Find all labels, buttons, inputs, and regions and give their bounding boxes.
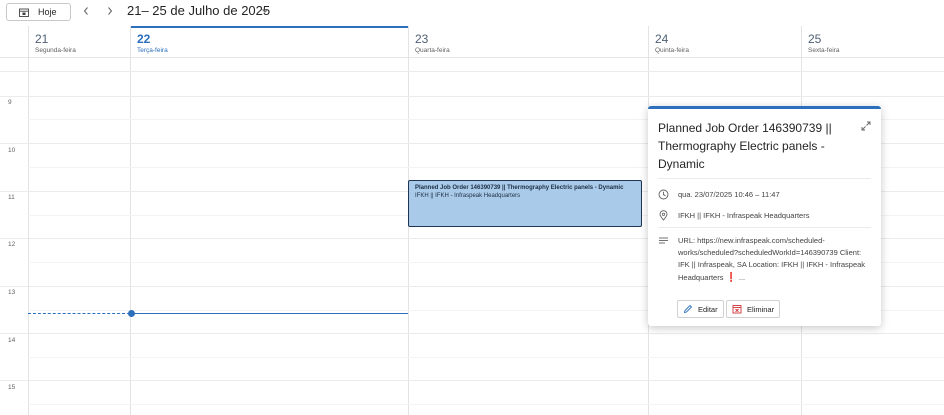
hour-label: 9 <box>8 99 12 106</box>
today-indicator-bar <box>130 26 408 28</box>
popover-title: Planned Job Order 146390739 || Thermogra… <box>658 121 832 171</box>
previous-week-button[interactable] <box>79 4 93 18</box>
calendar-icon <box>19 8 29 17</box>
half-hour-line <box>28 404 944 405</box>
day-number: 23 <box>415 32 429 46</box>
pencil-icon <box>683 304 693 314</box>
chevron-left-icon <box>83 7 88 15</box>
calendar-toolbar: Hoje 21– 25 de Julho de 2025 <box>0 0 944 26</box>
popover-notes: URL: https://new.infraspeak.com/schedule… <box>678 235 871 284</box>
day-name: Terça-feira <box>137 47 168 54</box>
calendar-week-view: Hoje 21– 25 de Julho de 2025 21 Segunda-… <box>0 0 944 415</box>
popover-notes-icon-row <box>658 235 674 246</box>
notes-ellipsis: ... <box>738 273 746 282</box>
current-time-line-dashed <box>28 313 130 314</box>
hour-label: 14 <box>8 337 16 344</box>
hour-line <box>0 380 944 381</box>
edit-label: Editar <box>698 304 718 314</box>
today-button[interactable]: Hoje <box>6 3 71 21</box>
edit-button[interactable]: Editar <box>677 300 724 318</box>
popover-location-row: IFKH || IFKH - Infraspeak Headquarters <box>658 210 871 222</box>
current-time-line <box>132 313 408 314</box>
event-location: IFKH || IFKH - Infraspeak Headquarters <box>415 193 521 199</box>
clock-icon <box>658 189 669 200</box>
hour-label: 11 <box>8 194 15 201</box>
next-week-button[interactable] <box>103 4 117 18</box>
day-name: Quarta-feira <box>415 47 450 54</box>
day-header-row: 21 Segunda-feira 22 Terça-feira 23 Quart… <box>0 26 944 58</box>
popover-datetime-row: qua. 23/07/2025 10:46 – 11:47 <box>658 189 871 201</box>
popover-datetime: qua. 23/07/2025 10:46 – 11:47 <box>678 190 780 199</box>
hour-label: 10 <box>8 147 16 154</box>
notes-exclamation: ❗ <box>725 272 737 282</box>
popover-notes-text: URL: https://new.infraspeak.com/schedule… <box>678 236 866 282</box>
half-hour-line <box>28 357 944 358</box>
delete-label: Eliminar <box>747 304 775 314</box>
popover-location: IFKH || IFKH - Infraspeak Headquarters <box>678 211 810 220</box>
day-name: Quinta-feira <box>655 47 689 54</box>
hour-label: 13 <box>8 289 16 296</box>
day-number: 22 <box>137 32 151 46</box>
event-details-popover: Planned Job Order 146390739 || Thermogra… <box>648 106 881 326</box>
popover-divider <box>658 227 871 228</box>
day-name: Segunda-feira <box>35 47 76 54</box>
popover-divider <box>658 178 871 179</box>
chevron-down-icon[interactable] <box>261 7 269 15</box>
day-header-monday[interactable]: 21 Segunda-feira <box>28 26 130 58</box>
day-header-wednesday[interactable]: 23 Quarta-feira <box>408 26 648 58</box>
day-name: Sexta-feira <box>808 47 840 54</box>
hour-line <box>0 333 944 334</box>
current-time-dot <box>128 310 135 317</box>
event-title: Planned Job Order 146390739 || Thermogra… <box>415 185 624 191</box>
notes-icon <box>659 237 668 244</box>
calendar-event[interactable]: Planned Job Order 146390739 || Thermogra… <box>408 180 642 227</box>
hour-label: 15 <box>8 384 16 391</box>
location-pin-icon <box>659 210 668 221</box>
expand-icon[interactable] <box>861 121 871 131</box>
hour-line <box>0 96 944 97</box>
date-range-title[interactable]: 21– 25 de Julho de 2025 <box>127 3 270 18</box>
delete-calendar-icon <box>732 305 742 314</box>
day-header-friday[interactable]: 25 Sexta-feira <box>801 26 944 58</box>
chevron-right-icon <box>108 7 113 15</box>
all-day-divider <box>0 71 944 72</box>
day-number: 25 <box>808 32 822 46</box>
hour-label: 12 <box>8 241 16 248</box>
delete-button[interactable]: Eliminar <box>726 300 781 318</box>
day-header-tuesday[interactable]: 22 Terça-feira <box>130 26 408 58</box>
today-label: Hoje <box>38 7 57 17</box>
day-number: 21 <box>35 32 49 46</box>
day-header-thursday[interactable]: 24 Quinta-feira <box>648 26 801 58</box>
day-number: 24 <box>655 32 669 46</box>
